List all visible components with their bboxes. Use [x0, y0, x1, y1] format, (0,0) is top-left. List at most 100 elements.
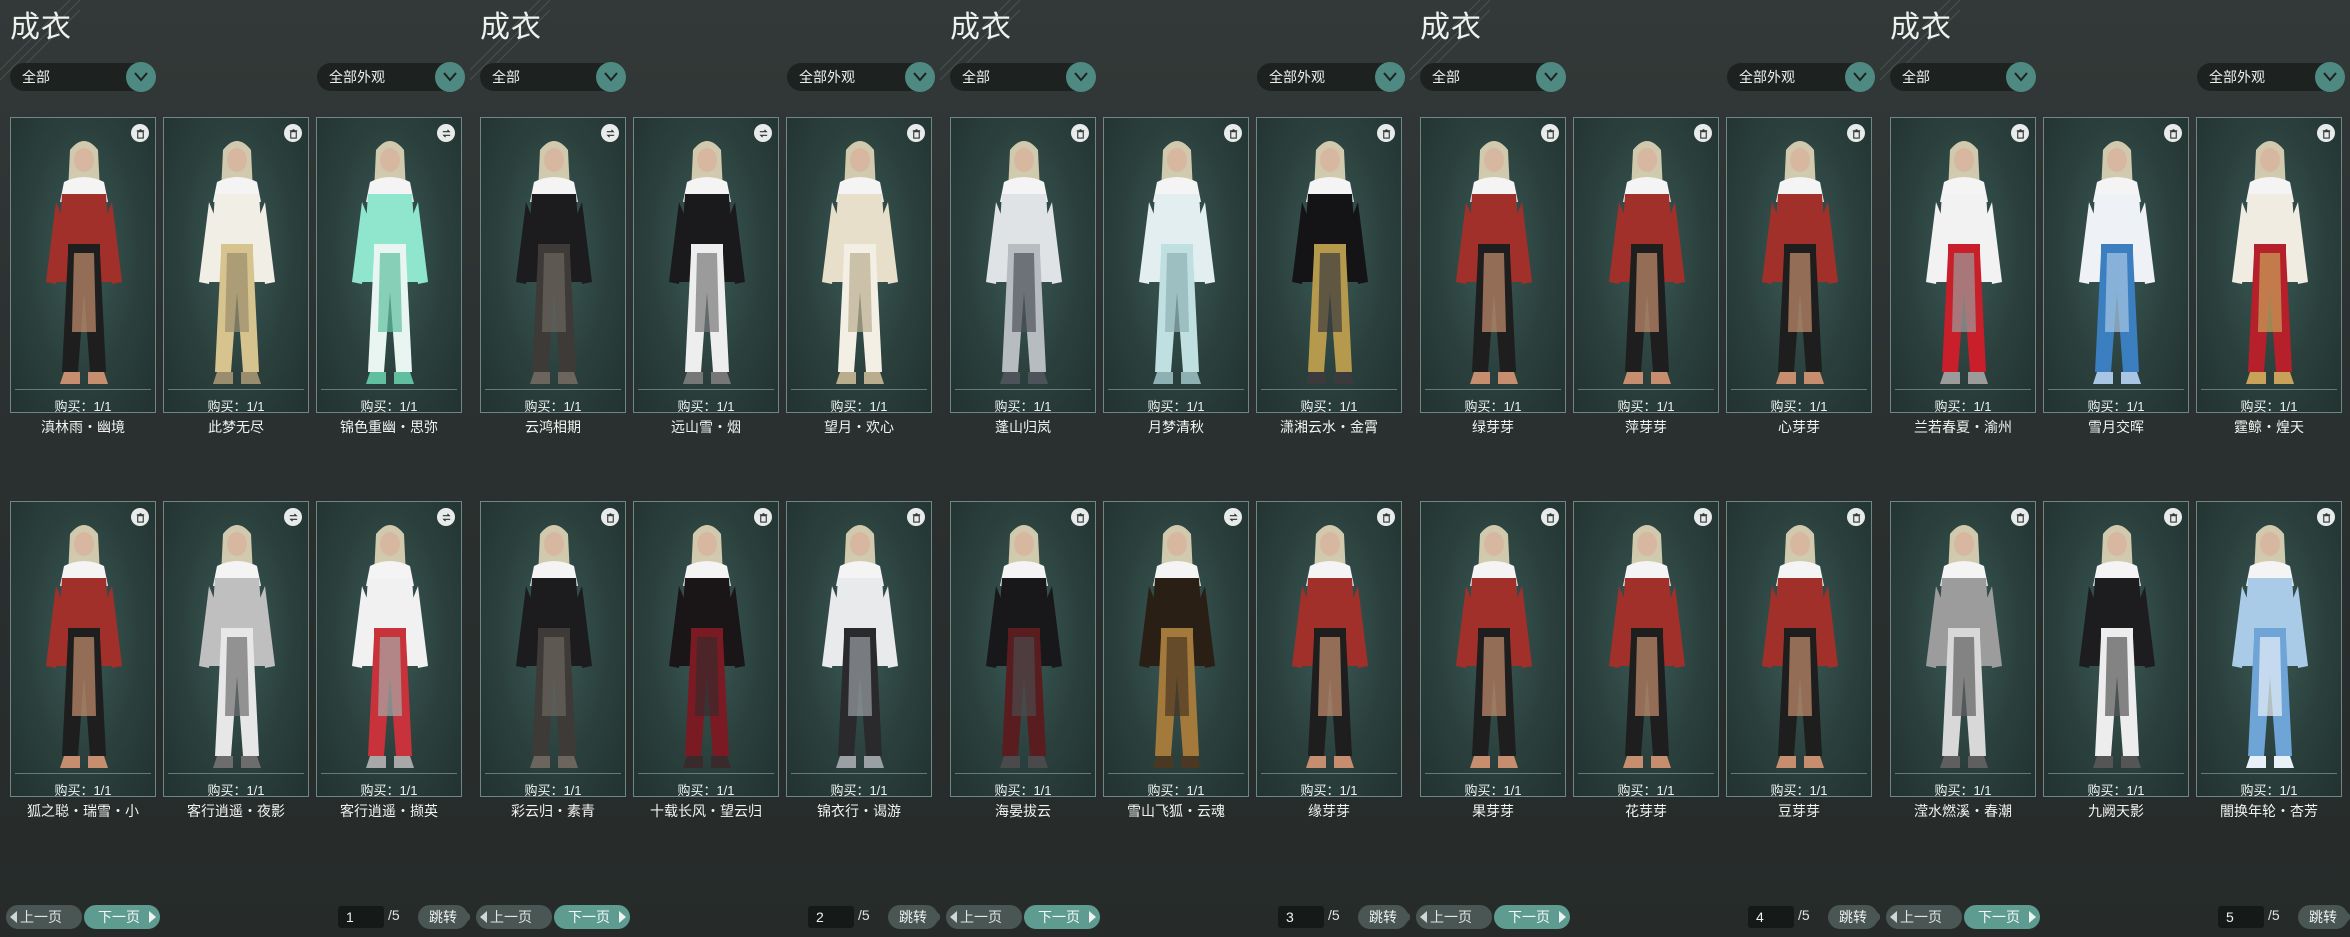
- trash-icon[interactable]: [601, 508, 619, 526]
- outfit-preview[interactable]: 购买：1/1: [1573, 117, 1719, 414]
- outfit-preview[interactable]: 购买：1/1: [1890, 117, 2036, 414]
- outfit-card[interactable]: 购买：1/1 心芽芽: [1726, 117, 1872, 435]
- prev-page-button[interactable]: 上一页: [946, 905, 1022, 929]
- trash-icon[interactable]: [2164, 508, 2182, 526]
- next-page-button[interactable]: 下一页: [1964, 905, 2040, 929]
- outfit-preview[interactable]: 购买：1/1: [1420, 501, 1566, 798]
- outfit-card[interactable]: 购买：1/1 锦色重幽・思弥: [316, 117, 462, 435]
- category-filter-dropdown[interactable]: 全部: [1420, 62, 1566, 92]
- trash-icon[interactable]: [1377, 508, 1395, 526]
- exchange-icon[interactable]: [437, 124, 455, 142]
- jump-button[interactable]: 跳转: [888, 905, 940, 929]
- outfit-preview[interactable]: 购买：1/1: [950, 117, 1096, 414]
- trash-icon[interactable]: [1541, 124, 1559, 142]
- exchange-icon[interactable]: [1224, 508, 1242, 526]
- trash-icon[interactable]: [2011, 508, 2029, 526]
- outfit-preview[interactable]: 购买：1/1: [163, 117, 309, 414]
- outfit-card[interactable]: 购买：1/1 滢水燃溪・春潮: [1890, 501, 2036, 819]
- jump-button[interactable]: 跳转: [1828, 905, 1880, 929]
- outfit-card[interactable]: 购买：1/1 兰若春夏・渝州: [1890, 117, 2036, 435]
- outfit-preview[interactable]: 购买：1/1: [2196, 117, 2342, 414]
- trash-icon[interactable]: [1694, 508, 1712, 526]
- trash-icon[interactable]: [131, 124, 149, 142]
- trash-icon[interactable]: [2011, 124, 2029, 142]
- outfit-card[interactable]: 购买：1/1 客行逍遥・撷英: [316, 501, 462, 819]
- next-page-button[interactable]: 下一页: [1024, 905, 1100, 929]
- jump-button[interactable]: 跳转: [1358, 905, 1410, 929]
- outfit-card[interactable]: 购买：1/1 花芽芽: [1573, 501, 1719, 819]
- chevron-down-icon[interactable]: [1066, 62, 1096, 92]
- appearance-filter-dropdown[interactable]: 全部外观: [1727, 62, 1875, 92]
- outfit-preview[interactable]: 购买：1/1: [1103, 501, 1249, 798]
- outfit-card[interactable]: 购买：1/1 霆鲸・煌天: [2196, 117, 2342, 435]
- trash-icon[interactable]: [1694, 124, 1712, 142]
- exchange-icon[interactable]: [437, 508, 455, 526]
- outfit-card[interactable]: 购买：1/1 云鸿相期: [480, 117, 626, 435]
- trash-icon[interactable]: [131, 508, 149, 526]
- outfit-card[interactable]: 购买：1/1 萍芽芽: [1573, 117, 1719, 435]
- trash-icon[interactable]: [907, 124, 925, 142]
- outfit-preview[interactable]: 购买：1/1: [1256, 501, 1402, 798]
- trash-icon[interactable]: [1847, 508, 1865, 526]
- chevron-down-icon[interactable]: [1845, 62, 1875, 92]
- trash-icon[interactable]: [1224, 124, 1242, 142]
- outfit-card[interactable]: 购买：1/1 锦衣行・谒游: [786, 501, 932, 819]
- outfit-preview[interactable]: 购买：1/1: [1890, 501, 2036, 798]
- outfit-card[interactable]: 购买：1/1 海晏拔云: [950, 501, 1096, 819]
- outfit-card[interactable]: 购买：1/1 此梦无尽: [163, 117, 309, 435]
- category-filter-dropdown[interactable]: 全部: [950, 62, 1096, 92]
- appearance-filter-dropdown[interactable]: 全部外观: [2197, 62, 2345, 92]
- outfit-card[interactable]: 购买：1/1 绿芽芽: [1420, 117, 1566, 435]
- appearance-filter-dropdown[interactable]: 全部外观: [1257, 62, 1405, 92]
- outfit-card[interactable]: 购买：1/1 月梦清秋: [1103, 117, 1249, 435]
- outfit-preview[interactable]: 购买：1/1: [633, 501, 779, 798]
- chevron-down-icon[interactable]: [1375, 62, 1405, 92]
- outfit-preview[interactable]: 购买：1/1: [10, 501, 156, 798]
- prev-page-button[interactable]: 上一页: [476, 905, 552, 929]
- next-page-button[interactable]: 下一页: [554, 905, 630, 929]
- outfit-card[interactable]: 购买：1/1 九阙天影: [2043, 501, 2189, 819]
- jump-button[interactable]: 跳转: [418, 905, 470, 929]
- exchange-icon[interactable]: [754, 124, 772, 142]
- outfit-preview[interactable]: 购买：1/1: [316, 117, 462, 414]
- page-number-input[interactable]: 2: [808, 906, 854, 928]
- exchange-icon[interactable]: [601, 124, 619, 142]
- outfit-card[interactable]: 购买：1/1 缘芽芽: [1256, 501, 1402, 819]
- outfit-card[interactable]: 购买：1/1 彩云归・素青: [480, 501, 626, 819]
- trash-icon[interactable]: [907, 508, 925, 526]
- trash-icon[interactable]: [1847, 124, 1865, 142]
- chevron-down-icon[interactable]: [435, 62, 465, 92]
- outfit-preview[interactable]: 购买：1/1: [10, 117, 156, 414]
- chevron-down-icon[interactable]: [596, 62, 626, 92]
- chevron-down-icon[interactable]: [2315, 62, 2345, 92]
- outfit-card[interactable]: 购买：1/1 雪月交晖: [2043, 117, 2189, 435]
- outfit-preview[interactable]: 购买：1/1: [1103, 117, 1249, 414]
- page-number-input[interactable]: 5: [2218, 906, 2264, 928]
- trash-icon[interactable]: [284, 124, 302, 142]
- outfit-card[interactable]: 购买：1/1 十载长风・望云归: [633, 501, 779, 819]
- trash-icon[interactable]: [2317, 124, 2335, 142]
- outfit-preview[interactable]: 购买：1/1: [633, 117, 779, 414]
- outfit-card[interactable]: 购买：1/1 豆芽芽: [1726, 501, 1872, 819]
- outfit-preview[interactable]: 购买：1/1: [316, 501, 462, 798]
- outfit-card[interactable]: 购买：1/1 望月・欢心: [786, 117, 932, 435]
- outfit-card[interactable]: 购买：1/1 潇湘云水・金霄: [1256, 117, 1402, 435]
- chevron-down-icon[interactable]: [1536, 62, 1566, 92]
- outfit-card[interactable]: 购买：1/1 狐之聪・瑞雪・小: [10, 501, 156, 819]
- outfit-preview[interactable]: 购买：1/1: [2043, 117, 2189, 414]
- category-filter-dropdown[interactable]: 全部: [10, 62, 156, 92]
- outfit-preview[interactable]: 购买：1/1: [786, 117, 932, 414]
- chevron-down-icon[interactable]: [905, 62, 935, 92]
- page-number-input[interactable]: 1: [338, 906, 384, 928]
- outfit-card[interactable]: 购买：1/1 果芽芽: [1420, 501, 1566, 819]
- outfit-preview[interactable]: 购买：1/1: [1420, 117, 1566, 414]
- outfit-card[interactable]: 购买：1/1 雪山飞狐・云魂: [1103, 501, 1249, 819]
- prev-page-button[interactable]: 上一页: [6, 905, 82, 929]
- chevron-down-icon[interactable]: [2006, 62, 2036, 92]
- trash-icon[interactable]: [1377, 124, 1395, 142]
- jump-button[interactable]: 跳转: [2298, 905, 2350, 929]
- outfit-preview[interactable]: 购买：1/1: [1726, 501, 1872, 798]
- outfit-preview[interactable]: 购买：1/1: [2043, 501, 2189, 798]
- page-number-input[interactable]: 4: [1748, 906, 1794, 928]
- appearance-filter-dropdown[interactable]: 全部外观: [787, 62, 935, 92]
